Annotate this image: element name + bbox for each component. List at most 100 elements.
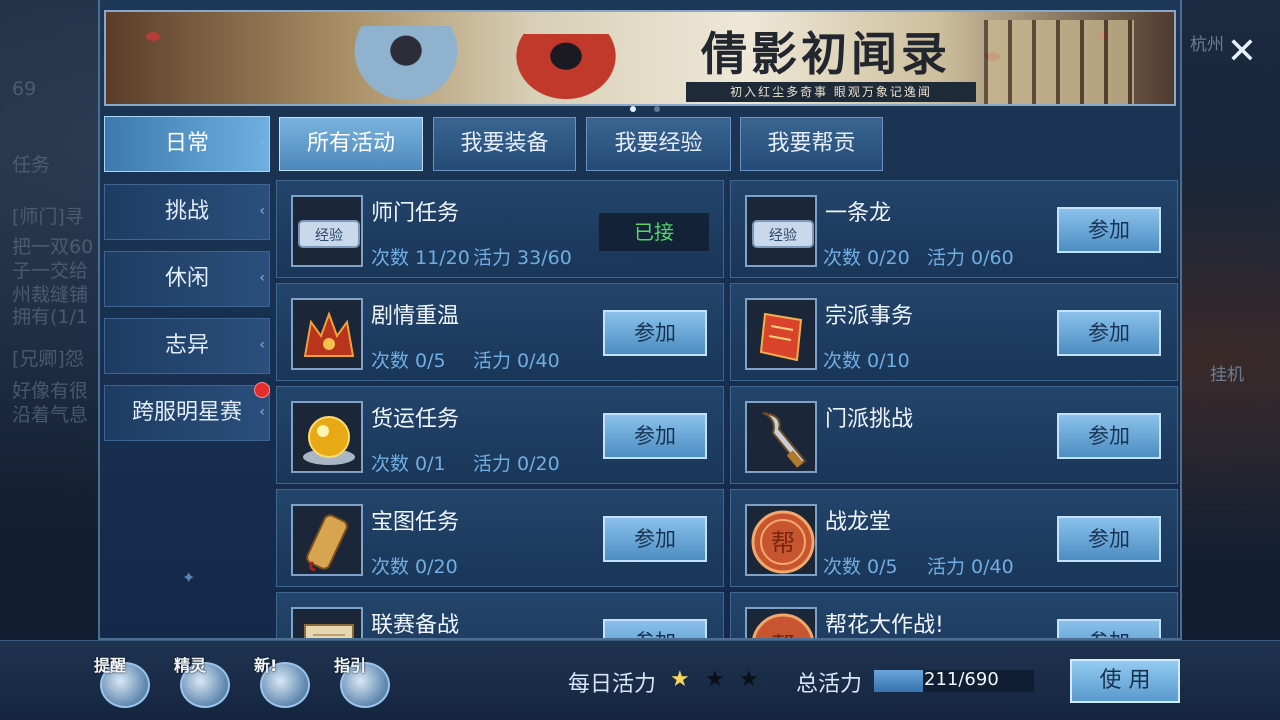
bg-task-line: 沿着气息: [12, 404, 89, 426]
star-icon: ★: [739, 667, 759, 692]
chevron-left-icon: ‹: [259, 270, 265, 286]
join-button[interactable]: 参加: [1057, 207, 1161, 253]
svg-text:经验: 经验: [315, 228, 343, 244]
activity-count: 次数 0/10: [823, 350, 910, 372]
guide-label: 指引: [334, 656, 367, 675]
accepted-status: 已接: [599, 213, 709, 251]
activity-count: 次数 0/1: [371, 453, 446, 475]
activity-count: 次数 0/20: [823, 247, 910, 269]
sidebar-item-label: 挑战: [164, 199, 209, 224]
activity-vitality: 活力 0/20: [473, 453, 560, 475]
activity-vitality: 活力 0/60: [927, 247, 1014, 269]
reminder-button[interactable]: 提醒: [94, 654, 154, 708]
close-icon[interactable]: ✕: [1220, 30, 1264, 74]
spirit-label: 精灵: [174, 656, 207, 675]
pager-dot[interactable]: [654, 106, 660, 112]
activity-list[interactable]: 经验 师门任务 次数 11/20 活力 33/60 已接 经验 一条龙 次数 0…: [276, 180, 1180, 638]
join-button[interactable]: 参加: [603, 619, 707, 638]
category-sidebar: 日常 ‹ 挑战 ‹ 休闲 ‹ 志异 ‹ 跨服明星赛 ‹ ✦: [104, 116, 270, 636]
bg-task-tab: 任务: [12, 154, 51, 176]
activity-name: 宗派事务: [825, 304, 914, 329]
use-button[interactable]: 使 用: [1070, 659, 1180, 703]
activity-card[interactable]: 剧情重温 次数 0/5 活力 0/40 参加: [276, 283, 724, 381]
total-vitality-label: 总活力: [796, 672, 863, 697]
banner-character-male: [346, 26, 466, 104]
filter-all-activities[interactable]: 所有活动: [279, 117, 423, 171]
activity-card[interactable]: 门派挑战 参加: [730, 386, 1178, 484]
chevron-left-icon: ‹: [259, 203, 265, 219]
sidebar-item-label: 休闲: [164, 266, 209, 291]
bg-task-line: [师门]寻: [12, 206, 84, 228]
bg-auto-battle-label: 挂机: [1210, 365, 1244, 385]
brush-blade-icon: [745, 401, 817, 473]
activity-name: 货运任务: [371, 407, 460, 432]
filter-experience[interactable]: 我要经验: [586, 117, 731, 171]
join-button[interactable]: 参加: [1057, 310, 1161, 356]
sidebar-item-daily[interactable]: 日常 ‹: [104, 116, 270, 172]
activity-count: 次数 0/20: [371, 556, 458, 578]
banner-title: 倩影初闻录: [701, 27, 951, 81]
filter-equipment[interactable]: 我要装备: [433, 117, 576, 171]
join-button[interactable]: 参加: [1057, 619, 1161, 638]
guide-button[interactable]: 指引: [334, 654, 394, 708]
activity-count: 次数 0/5: [371, 350, 446, 372]
activity-card[interactable]: 货运任务 次数 0/1 活力 0/20 参加: [276, 386, 724, 484]
chevron-left-icon: ‹: [259, 404, 265, 420]
activity-card[interactable]: 经验 师门任务 次数 11/20 活力 33/60 已接: [276, 180, 724, 278]
activity-name: 门派挑战: [825, 407, 914, 432]
bg-task-line: [兄卿]怨: [12, 348, 84, 370]
chevron-left-icon: ‹: [259, 337, 265, 353]
join-button[interactable]: 参加: [603, 310, 707, 356]
star-icon: ★: [705, 667, 725, 692]
activity-card[interactable]: 宝图任务 次数 0/20 参加: [276, 489, 724, 587]
treasure-map-icon: [291, 504, 363, 576]
activity-card[interactable]: 帮 帮花大作战! 参加: [730, 592, 1178, 638]
activity-name: 一条龙: [825, 201, 892, 226]
new-button[interactable]: 新!: [254, 654, 314, 708]
banner-character-female: [506, 34, 626, 104]
join-button[interactable]: 参加: [1057, 413, 1161, 459]
daily-vitality-label: 每日活力: [568, 672, 657, 697]
join-button[interactable]: 参加: [603, 516, 707, 562]
gang-coin-icon: 帮: [745, 607, 817, 638]
activity-name: 剧情重温: [371, 304, 460, 329]
activity-name: 师门任务: [371, 201, 460, 226]
activity-vitality: 活力 33/60: [473, 247, 572, 269]
bg-task-line: 把一双60: [12, 236, 94, 258]
exp-token-icon: 经验: [291, 195, 363, 267]
sidebar-item-cross-server-star[interactable]: 跨服明星赛 ‹: [104, 385, 270, 441]
vitality-fill: [874, 670, 923, 692]
filter-gang-contribution[interactable]: 我要帮贡: [740, 117, 883, 171]
svg-text:经验: 经验: [769, 228, 797, 244]
bg-task-line: 子一交给: [12, 260, 89, 282]
event-banner[interactable]: 倩影初闻录 初入红尘多奇事 眼观万象记逸闻: [104, 10, 1176, 106]
activity-card[interactable]: 宗派事务 次数 0/10 参加: [730, 283, 1178, 381]
activity-card[interactable]: 联赛备战 参加: [276, 592, 724, 638]
petal-decoration: [146, 32, 160, 41]
activity-card[interactable]: 经验 一条龙 次数 0/20 活力 0/60 参加: [730, 180, 1178, 278]
sidebar-item-label: 志异: [164, 333, 209, 358]
activity-card[interactable]: 帮 战龙堂 次数 0/5 活力 0/40 参加: [730, 489, 1178, 587]
chevron-left-icon: ‹: [259, 135, 265, 151]
spirit-button[interactable]: 精灵: [174, 654, 234, 708]
star-icon: ★: [670, 667, 690, 692]
svg-text:帮: 帮: [771, 529, 795, 557]
total-vitality-value: 211/690: [924, 669, 999, 690]
sidebar-item-mystery[interactable]: 志异 ‹: [104, 318, 270, 374]
reminder-label: 提醒: [94, 656, 127, 675]
golden-orb-icon: [291, 401, 363, 473]
red-scroll-icon: [745, 298, 817, 370]
sidebar-item-leisure[interactable]: 休闲 ‹: [104, 251, 270, 307]
activity-count: 次数 11/20: [371, 247, 470, 269]
sidebar-item-challenge[interactable]: 挑战 ‹: [104, 184, 270, 240]
pager-dot-active[interactable]: [630, 106, 636, 112]
activity-count: 次数 0/5: [823, 556, 898, 578]
exp-token-icon: 经验: [745, 195, 817, 267]
book-icon: [291, 607, 363, 638]
phoenix-crown-icon: [291, 298, 363, 370]
activity-name: 联赛备战: [371, 613, 460, 638]
bg-level-text: 69: [12, 78, 37, 100]
join-button[interactable]: 参加: [1057, 516, 1161, 562]
join-button[interactable]: 参加: [603, 413, 707, 459]
banner-window-decoration: [984, 20, 1134, 104]
